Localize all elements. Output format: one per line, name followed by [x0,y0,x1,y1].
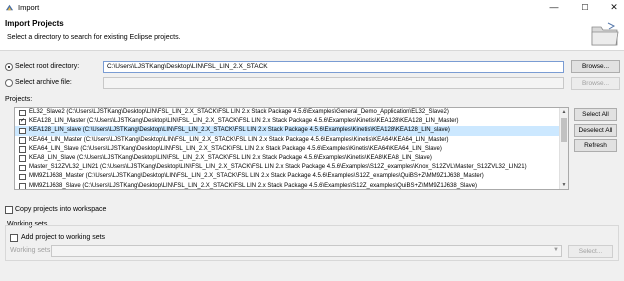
project-checkbox[interactable] [19,127,26,135]
page-title: Import Projects [5,19,64,28]
project-checkbox[interactable] [19,155,26,162]
browse-root-button[interactable]: Browse... [571,60,620,73]
project-checkbox[interactable] [19,137,26,144]
project-row[interactable]: MM9Z1J638_Slave (C:\Users\LJSTKang\Deskt… [15,182,568,189]
project-name: EL32_Slave2 (C:\Users\LJSTKang\Desktop\L… [29,109,449,115]
vertical-scrollbar[interactable]: ▲ ▼ [559,108,568,189]
eclipse-import-icon [5,4,14,11]
wizard-header: Import Projects Select a directory to se… [0,16,624,51]
deselect-all-button[interactable]: Deselect All [574,124,617,137]
copy-projects-checkbox[interactable] [5,206,13,214]
select-working-sets-button[interactable]: Select... [568,245,613,258]
project-row[interactable]: EL32_Slave2 (C:\Users\LJSTKang\Desktop\L… [15,108,568,117]
project-checkbox[interactable] [19,109,26,116]
project-row[interactable]: MM9Z1J638_Master (C:\Users\LJSTKang\Desk… [15,172,568,181]
select-archive-file-radio[interactable] [5,79,13,87]
select-root-directory-label: Select root directory: [15,63,80,70]
root-directory-input[interactable]: C:\Users\LJSTKang\Desktop\LIN\FSL_LIN_2.… [103,61,564,73]
project-name: KEA128_LIN_slave (C:\Users\LJSTKang\Desk… [29,127,450,134]
project-name: MM9Z1J638_Slave (C:\Users\LJSTKang\Deskt… [29,182,478,189]
projects-list[interactable]: EL32_Slave2 (C:\Users\LJSTKang\Desktop\L… [14,107,569,190]
page-description: Select a directory to search for existin… [7,34,181,41]
project-row[interactable]: KEA128_LIN_slave (C:\Users\LJSTKang\Desk… [15,126,568,136]
project-checkbox[interactable] [19,146,26,153]
close-button[interactable]: ✕ [599,0,624,16]
add-to-working-sets-checkbox[interactable] [10,234,18,242]
refresh-button[interactable]: Refresh [574,139,617,152]
projects-label: Projects: [5,96,33,103]
project-row[interactable]: KEA128_LIN_Master (C:\Users\LJSTKang\Des… [15,117,568,126]
working-sets-select[interactable]: ▼ [51,245,562,257]
title-bar: Import — ☐ ✕ [0,0,624,16]
browse-archive-button[interactable]: Browse... [571,77,620,90]
project-name: KEA128_LIN_Master (C:\Users\LJSTKang\Des… [29,118,459,125]
add-to-working-sets-label: Add project to working sets [21,234,106,241]
scroll-down-arrow-icon[interactable]: ▼ [560,181,568,189]
maximize-button[interactable]: ☐ [570,0,600,16]
chevron-down-icon: ▼ [553,247,559,253]
project-row[interactable]: KEA8_LIN_Slave (C:\Users\LJSTKang\Deskto… [15,154,568,163]
project-row[interactable]: KEA64_LIN_Master (C:\Users\LJSTKang\Desk… [15,136,568,145]
project-checkbox[interactable] [19,164,26,172]
window-title: Import [18,3,40,12]
project-name: KEA8_LIN_Slave (C:\Users\LJSTKang\Deskto… [29,154,432,161]
working-sets-label: Working sets: [10,247,53,254]
project-checkbox[interactable] [19,183,26,189]
folder-banner-icon [591,22,619,46]
project-name: KEA64_LIN_Slave (C:\Users\LJSTKang\Deskt… [29,145,442,152]
select-root-directory-radio[interactable] [5,63,13,71]
minimize-button[interactable]: — [539,0,569,16]
project-name: MM9Z1J638_Master (C:\Users\LJSTKang\Desk… [29,173,484,180]
project-name: KEA64_LIN_Master (C:\Users\LJSTKang\Desk… [29,136,449,143]
select-all-button[interactable]: Select All [574,108,617,121]
project-checkbox[interactable] [19,173,26,181]
project-checkbox[interactable] [19,117,26,126]
project-row[interactable]: Master_S12ZVL32_LIN21 (C:\Users\LJSTKang… [15,163,568,172]
project-name: Master_S12ZVL32_LIN21 (C:\Users\LJSTKang… [29,164,527,171]
select-archive-file-label: Select archive file: [15,79,72,86]
project-row[interactable]: KEA64_LIN_Slave (C:\Users\LJSTKang\Deskt… [15,145,568,154]
scroll-up-arrow-icon[interactable]: ▲ [560,108,568,116]
archive-file-input[interactable] [103,77,564,89]
copy-projects-label: Copy projects into workspace [15,206,107,213]
scroll-thumb[interactable] [561,118,567,142]
